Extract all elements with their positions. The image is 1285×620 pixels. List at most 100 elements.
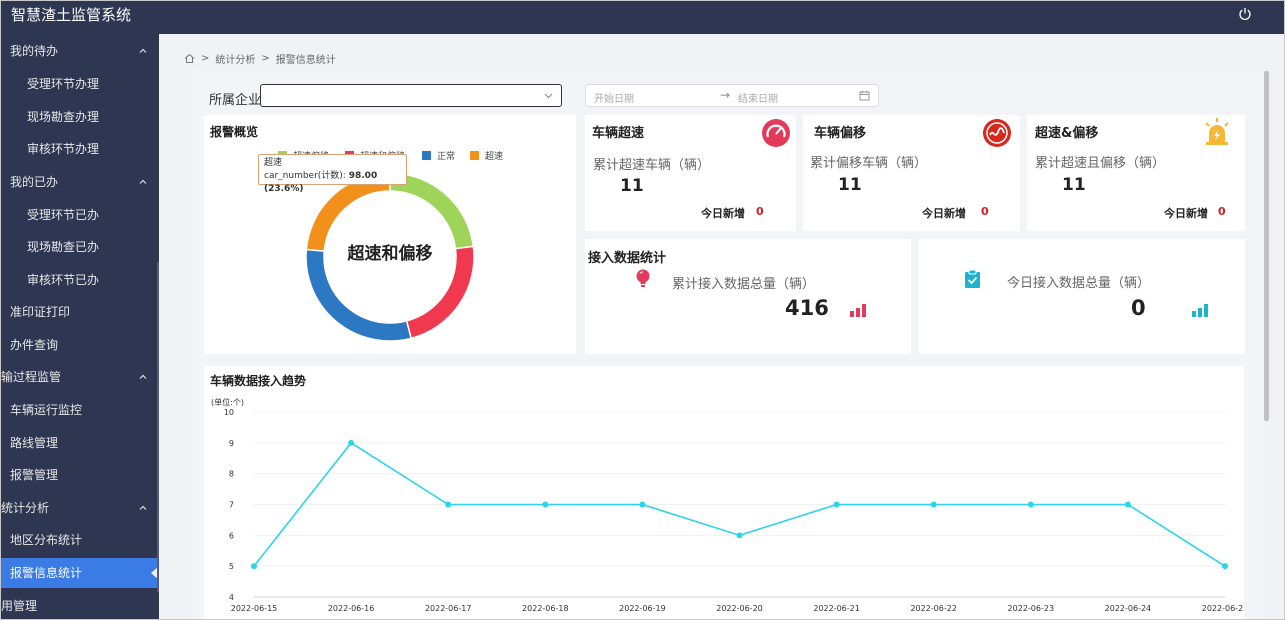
- data-point[interactable]: [1124, 501, 1131, 508]
- data-point[interactable]: [736, 532, 743, 539]
- sidebar-item-label: 报警信息统计: [10, 566, 83, 580]
- sidebar-item-region-stats[interactable]: 地区分布统计: [1, 525, 159, 555]
- tooltip-row: car_number(计数): 98.00 (23.6%): [264, 170, 401, 196]
- x-tick-label: 2022-06-23: [1008, 604, 1055, 613]
- top-bar: 智慧渣土监管系统: [1, 1, 1284, 34]
- deviation-total-label: 累计偏移车辆（辆）: [810, 156, 928, 171]
- company-select[interactable]: [260, 84, 562, 107]
- chevron-up-icon: [139, 505, 147, 510]
- x-tick-label: 2022-06-25: [1202, 604, 1244, 613]
- legend-item[interactable]: 超速: [470, 149, 503, 162]
- sidebar-item-accept-done[interactable]: 受理环节已办: [1, 200, 159, 230]
- chevron-up-icon: [139, 179, 147, 184]
- x-tick-label: 2022-06-20: [716, 604, 763, 613]
- y-tick-label: 10: [224, 408, 234, 417]
- x-tick-label: 2022-06-17: [425, 604, 472, 613]
- y-tick-label: 7: [229, 501, 234, 510]
- sidebar-item-review-todo[interactable]: 审核环节办理: [1, 134, 159, 164]
- deviation-total-value: 11: [838, 175, 862, 195]
- access-today-value: 0: [1131, 296, 1146, 320]
- x-tick-label: 2022-06-16: [328, 604, 375, 613]
- speeding-deviation-total-value: 11: [1062, 175, 1086, 195]
- content-scrollbar[interactable]: [1264, 71, 1269, 421]
- sidebar-item-review-done[interactable]: 审核环节已办: [1, 265, 159, 295]
- sidebar-item-survey-todo[interactable]: 现场勘查办理: [1, 102, 159, 132]
- legend-label: 超速: [485, 152, 504, 162]
- donut-center-label: 超速和偏移: [347, 244, 433, 264]
- sidebar-scrollbar[interactable]: [157, 262, 159, 592]
- sidebar-item-vehicle-monitor[interactable]: 车辆运行监控: [1, 395, 159, 425]
- date-range-picker[interactable]: 开始日期 → 结束日期: [585, 84, 879, 107]
- sidebar-item-alarm-stats[interactable]: 报警信息统计: [1, 558, 159, 588]
- company-filter-label: 所属企业: [209, 93, 262, 108]
- sidebar-item-label: 准印证打印: [10, 305, 71, 319]
- sidebar-item-permit-print[interactable]: 准印证打印: [1, 297, 159, 327]
- route-deviation-icon: [983, 119, 1011, 147]
- y-tick-label: 5: [229, 562, 234, 571]
- breadcrumb-level1[interactable]: 统计分析: [215, 51, 255, 66]
- speeding-total-value: 11: [620, 176, 644, 196]
- breadcrumb-separator: >: [261, 53, 270, 64]
- legend-label: 正常: [437, 152, 456, 162]
- data-point[interactable]: [1222, 563, 1228, 570]
- legend-item[interactable]: 正常: [422, 149, 455, 162]
- alarm-overview-title: 报警概览: [210, 125, 259, 139]
- deviation-today-value: 0: [981, 205, 989, 218]
- y-tick-label: 8: [229, 470, 234, 479]
- data-point[interactable]: [833, 501, 840, 508]
- sidebar-item-label: 办件查询: [10, 338, 59, 352]
- end-date-input[interactable]: 结束日期: [738, 90, 778, 105]
- breadcrumb-separator: >: [201, 53, 210, 64]
- y-tick-label: 6: [229, 531, 234, 540]
- x-tick-label: 2022-06-15: [231, 604, 278, 613]
- y-tick-label: 4: [229, 593, 234, 602]
- sidebar-group-my-todo[interactable]: 我的待办: [1, 36, 159, 66]
- sidebar-group-statistics[interactable]: 统计分析: [1, 493, 159, 523]
- sidebar-item-survey-done[interactable]: 现场勘查已办: [1, 232, 159, 262]
- bar-chart-icon: [850, 304, 866, 317]
- power-icon[interactable]: [1238, 7, 1252, 21]
- access-stats-title: 接入数据统计: [588, 251, 667, 266]
- home-icon[interactable]: [184, 53, 195, 64]
- speeding-deviation-total-label: 累计超速且偏移（辆）: [1035, 156, 1166, 171]
- data-point[interactable]: [348, 439, 355, 446]
- sidebar-item-route-manage[interactable]: 路线管理: [1, 428, 159, 458]
- deviation-today-label: 今日新增: [922, 207, 966, 220]
- data-point[interactable]: [445, 501, 452, 508]
- sidebar-item-label: 审核环节办理: [27, 142, 100, 156]
- breadcrumb: > 统计分析 > 报警信息统计: [184, 51, 336, 66]
- sidebar-group-user-manage[interactable]: 用管理: [1, 591, 159, 619]
- sidebar-item-label: 审核环节已办: [27, 273, 100, 287]
- data-point[interactable]: [639, 501, 646, 508]
- sidebar-item-label: 受理环节办理: [27, 77, 100, 91]
- data-point[interactable]: [1027, 501, 1034, 508]
- sidebar-item-case-query[interactable]: 办件查询: [1, 330, 159, 360]
- sidebar-item-label: 现场勘查办理: [27, 110, 100, 124]
- y-tick-label: 9: [229, 439, 234, 448]
- sidebar-group-my-done[interactable]: 我的已办: [1, 167, 159, 197]
- data-point[interactable]: [251, 563, 257, 570]
- x-tick-label: 2022-06-21: [813, 604, 860, 613]
- alarm-light-icon: [1205, 118, 1229, 145]
- chevron-down-icon: [544, 93, 553, 99]
- data-point[interactable]: [542, 501, 549, 508]
- sidebar-item-label: 我的已办: [10, 175, 59, 189]
- sidebar-item-alarm-manage[interactable]: 报警管理: [1, 460, 159, 490]
- sidebar-item-label: 输过程监管: [1, 370, 62, 384]
- trend-line-chart[interactable]: 4 5 6 7 8 9 10 2022-06-15 2022-06-16 2022-06-17 20…: [204, 396, 1244, 620]
- access-today-card: [919, 239, 1245, 354]
- arrow-right-icon: →: [720, 88, 731, 102]
- sidebar-group-transport-monitor[interactable]: 输过程监管: [1, 362, 159, 392]
- speeding-today-label: 今日新增: [701, 207, 745, 220]
- start-date-input[interactable]: 开始日期: [594, 90, 634, 105]
- sidebar-item-accept-todo[interactable]: 受理环节办理: [1, 69, 159, 99]
- app-title: 智慧渣土监管系统: [11, 6, 132, 24]
- sidebar-item-label: 我的待办: [10, 44, 59, 58]
- tooltip-series: 超速: [264, 158, 283, 168]
- data-point[interactable]: [930, 501, 937, 508]
- calendar-icon[interactable]: [859, 90, 870, 101]
- sidebar-item-label: 统计分析: [1, 501, 50, 515]
- chevron-up-icon: [139, 48, 147, 53]
- x-tick-label: 2022-06-18: [522, 604, 569, 613]
- speeding-deviation-today-value: 0: [1218, 205, 1226, 218]
